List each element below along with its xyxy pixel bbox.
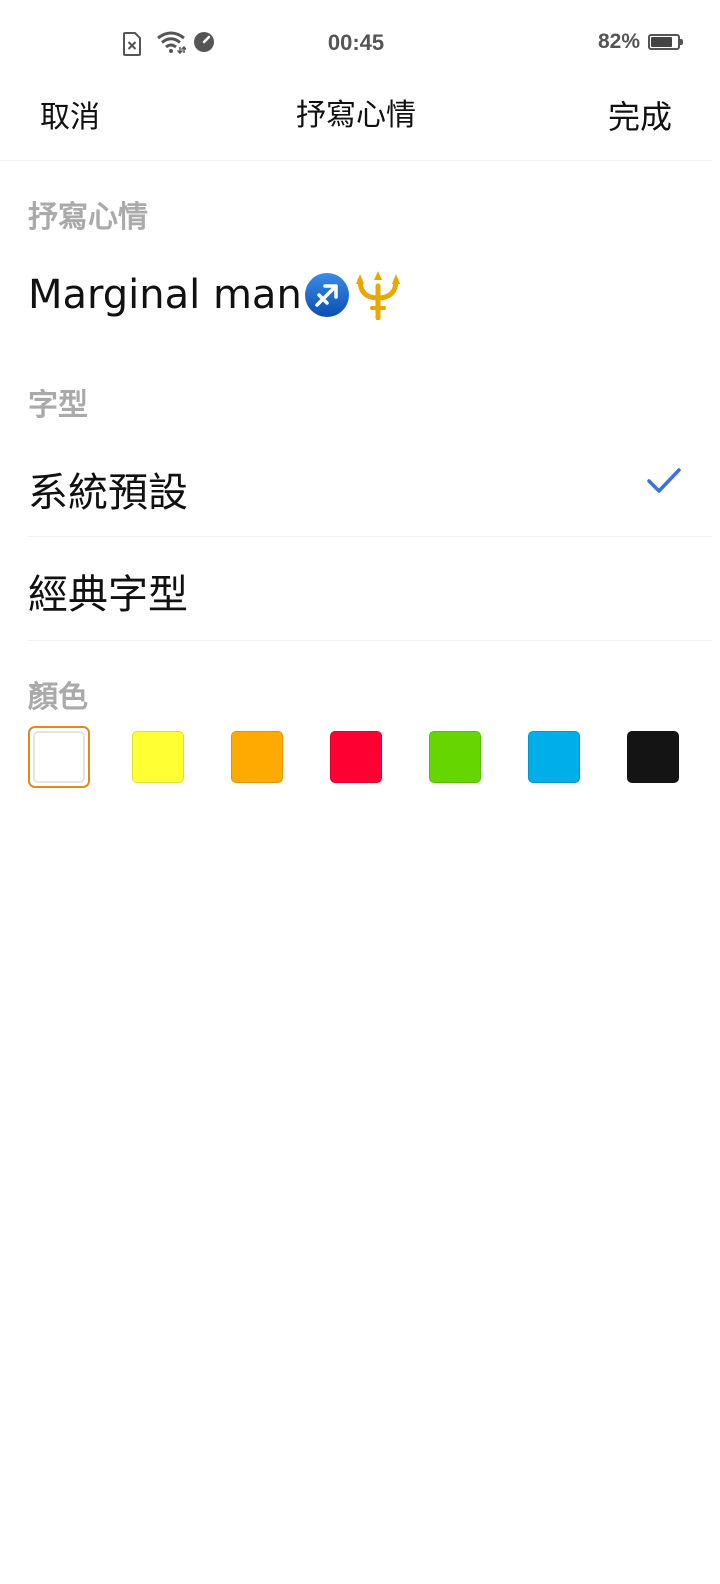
sagittarius-emoji: [304, 272, 350, 318]
mood-section-label: 抒寫心情: [28, 200, 148, 235]
color-swatches: [28, 726, 688, 790]
font-option-label: 系統預設: [28, 470, 188, 516]
done-button[interactable]: 完成: [608, 92, 672, 138]
font-option-classic[interactable]: 經典字型: [28, 538, 712, 641]
nav-bar: 取消 抒寫心情 完成: [0, 84, 712, 161]
battery-percent: 82%: [597, 30, 640, 53]
color-swatch-orange[interactable]: [231, 731, 283, 783]
color-swatch-white[interactable]: [33, 731, 85, 783]
color-swatch-black[interactable]: [627, 731, 679, 783]
color-section-label: 顏色: [28, 680, 88, 715]
color-swatch-yellow[interactable]: [132, 731, 184, 783]
status-bar: 00:45 82%: [0, 0, 720, 84]
battery-tip: [680, 39, 683, 45]
mood-text-field[interactable]: Marginal man: [28, 270, 404, 321]
trident-emoji: [352, 270, 404, 321]
status-right: 82%: [597, 30, 683, 54]
check-icon: [646, 466, 682, 496]
font-option-system-default[interactable]: 系統預設: [28, 436, 712, 537]
color-swatch-green[interactable]: [429, 731, 481, 783]
color-swatch-blue[interactable]: [528, 731, 580, 783]
font-option-label: 經典字型: [28, 572, 188, 618]
color-swatch-red[interactable]: [330, 731, 382, 783]
battery-icon: [648, 34, 683, 50]
font-section-label: 字型: [28, 388, 88, 423]
battery-fill: [651, 37, 673, 47]
page-title: 抒寫心情: [296, 98, 416, 133]
mood-text-value: Marginal man: [28, 272, 302, 318]
